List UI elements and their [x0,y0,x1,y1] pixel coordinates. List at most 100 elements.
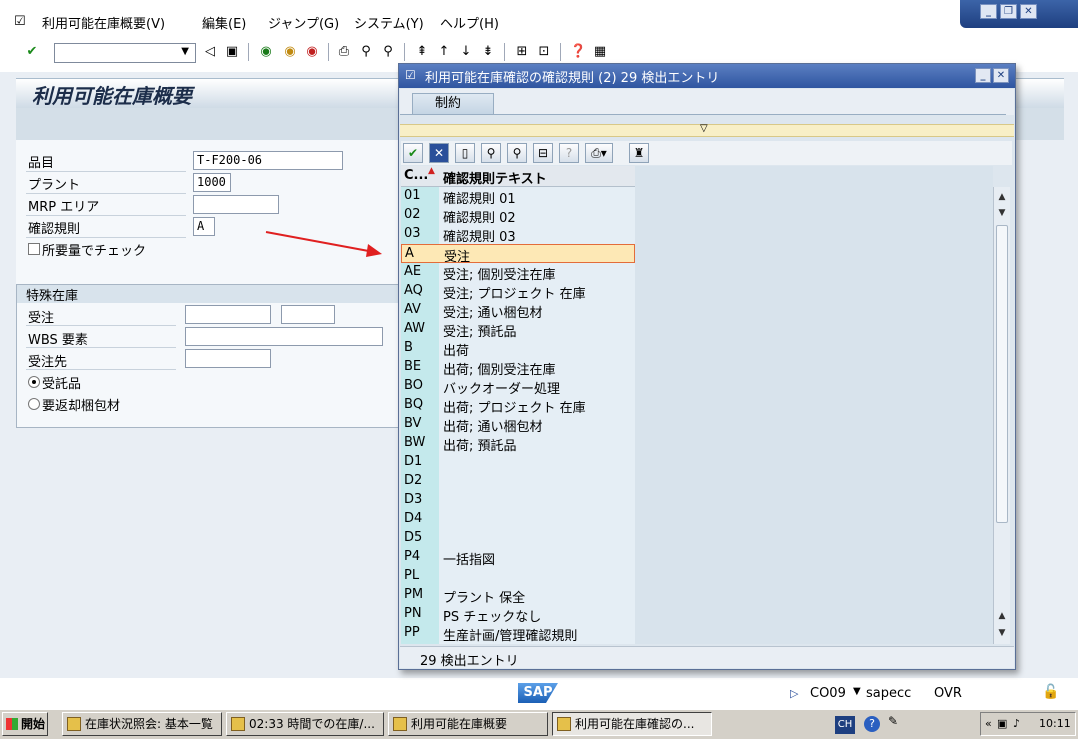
key-column-header[interactable]: C... [404,168,428,183]
grid-row[interactable]: D1 [401,453,635,472]
command-field[interactable]: ▼ [54,43,196,63]
sales-order-input[interactable] [185,305,271,324]
grid-row[interactable]: D2 [401,472,635,491]
text-column-header[interactable]: 確認規則テキスト [443,168,547,187]
grid-row[interactable]: PN PS チェックなし [401,605,635,625]
grid-row[interactable]: D4 [401,510,635,529]
menu-item-system[interactable]: システム(Y) [354,13,424,32]
grid-row[interactable]: 01 確認規則 01 [401,187,635,207]
check-requirement-checkbox[interactable] [28,243,40,255]
menu-item-help[interactable]: ヘルプ(H) [440,13,499,32]
grid-row[interactable]: BW 出荷; 預託品 [401,434,635,454]
close-button[interactable]: ✕ [1020,4,1037,19]
exit-icon[interactable]: ◉ [282,44,298,60]
filter-icon[interactable]: ⊟ [533,143,553,163]
save-icon[interactable]: ▣ [224,44,240,60]
network-icon[interactable]: ▣ [997,713,1007,735]
expand-triangle-icon[interactable]: ▽ [700,123,708,134]
sales-order-item-input[interactable] [281,305,335,324]
back-icon[interactable]: ◉ [258,44,274,60]
dialog-minimize-button[interactable]: _ [975,68,991,83]
new-document-icon[interactable]: ▯ [455,143,475,163]
language-indicator[interactable]: CH [835,716,855,734]
task-stock-overview[interactable]: 在庫状況照会: 基本一覧 [62,712,222,736]
grid-scrollbar[interactable]: ▲ ▼ ▲ ▼ [993,187,1010,644]
menu-icon[interactable]: ☑ [14,14,26,29]
first-page-icon[interactable]: ⇞ [414,44,430,60]
customer-input[interactable] [185,349,271,368]
grid-row[interactable]: AV 受注; 通い梱包材 [401,301,635,321]
tab-restrictions[interactable]: 制約 [412,93,494,115]
grid-row[interactable]: BV 出荷; 通い梱包材 [401,415,635,435]
checking-rule-input[interactable]: A [193,217,215,236]
scroll-thumb[interactable] [996,225,1008,523]
previous-page-icon[interactable]: ↑ [436,44,452,60]
scroll-up-icon[interactable]: ▲ [994,189,1010,205]
personalize-icon[interactable]: ♜ [629,143,649,163]
find-icon[interactable]: ⚲ [358,44,374,60]
grid-row[interactable]: D5 [401,529,635,548]
chevron-down-icon[interactable]: ▼ [853,686,861,697]
help-icon[interactable]: ❓ [570,44,586,60]
chevron-down-icon[interactable]: ▼ [181,46,189,57]
mrp-area-input[interactable] [193,195,279,214]
dialog-close-button[interactable]: ✕ [993,68,1009,83]
grid-row[interactable]: 02 確認規則 02 [401,206,635,226]
wbs-input[interactable] [185,327,383,346]
grid-row[interactable]: 03 確認規則 03 [401,225,635,245]
enter-check-icon[interactable]: ✔ [24,44,40,60]
find-next-icon[interactable]: ⚲ [380,44,396,60]
minimize-button[interactable]: _ [980,4,997,19]
grid-row[interactable]: PP 生産計画/管理確認規則 [401,624,635,644]
layout-menu-icon[interactable]: ▦ [592,44,608,60]
menu-item-goto[interactable]: ジャンプ(G) [268,13,339,32]
status-expand-icon[interactable]: ▷ [790,687,798,700]
print-icon[interactable]: ⎙ [336,44,352,60]
restrictions-toggle-bar[interactable]: ▽ [400,123,1014,137]
grid-row[interactable]: PM プラント 保全 [401,586,635,606]
find-next-icon[interactable]: ⚲ [507,143,527,163]
page-up-icon[interactable]: ▼ [994,205,1010,221]
speaker-icon[interactable]: ♪ [1013,713,1020,735]
shortcut-icon[interactable]: ⊡ [536,44,552,60]
grid-row[interactable]: BE 出荷; 個別受注在庫 [401,358,635,378]
grid-row[interactable]: AQ 受注; プロジェクト 在庫 [401,282,635,302]
cancel-icon[interactable]: ◉ [304,44,320,60]
page-down-icon[interactable]: ▲ [994,608,1010,624]
start-button[interactable]: 開始 [2,712,48,736]
information-icon[interactable]: ? [559,143,579,163]
returnable-packaging-radio[interactable] [28,398,40,410]
show-hidden-icon[interactable]: « [985,713,992,735]
consignment-radio[interactable] [28,376,40,388]
menu-item-availability-overview[interactable]: 利用可能在庫概要(V) [42,13,165,32]
grid-row[interactable]: BO バックオーダー処理 [401,377,635,397]
restore-button[interactable]: ❐ [1000,4,1017,19]
grid-row[interactable]: P4 一括指図 [401,548,635,568]
lock-icon[interactable]: 🔓 [1042,684,1059,700]
grid-row[interactable]: AE 受注; 個別受注在庫 [401,263,635,283]
grid-row[interactable]: A 受注 [401,244,635,265]
grid-row[interactable]: AW 受注; 預託品 [401,320,635,340]
task-availability-overview[interactable]: 利用可能在庫概要 [388,712,548,736]
pen-icon[interactable]: ✎ [888,714,898,728]
grid-row[interactable]: D3 [401,491,635,510]
dialog-menu-icon[interactable]: ☑ [405,68,419,82]
cancel-x-icon[interactable]: ✕ [429,143,449,163]
task-time-stock[interactable]: 02:33 時間での在庫/... [226,712,384,736]
last-page-icon[interactable]: ⇟ [480,44,496,60]
help-icon[interactable]: ? [864,716,880,732]
grid-row[interactable]: PL [401,567,635,586]
menu-item-edit[interactable]: 編集(E) [202,13,246,32]
material-input[interactable]: T-F200-06 [193,151,343,170]
back-triangle-icon[interactable]: ◁ [202,44,218,60]
grid-row[interactable]: BQ 出荷; プロジェクト 在庫 [401,396,635,416]
print-preview-icon[interactable]: ⎙▾ [585,143,613,163]
new-session-icon[interactable]: ⊞ [514,44,530,60]
plant-input[interactable]: 1000 [193,173,231,192]
scroll-down-icon[interactable]: ▼ [994,625,1010,641]
find-icon[interactable]: ⚲ [481,143,501,163]
task-checking-rule-dialog[interactable]: 利用可能在庫確認の... [552,712,712,736]
grid-row[interactable]: B 出荷 [401,339,635,359]
confirm-check-icon[interactable]: ✔ [403,143,423,163]
next-page-icon[interactable]: ↓ [458,44,474,60]
